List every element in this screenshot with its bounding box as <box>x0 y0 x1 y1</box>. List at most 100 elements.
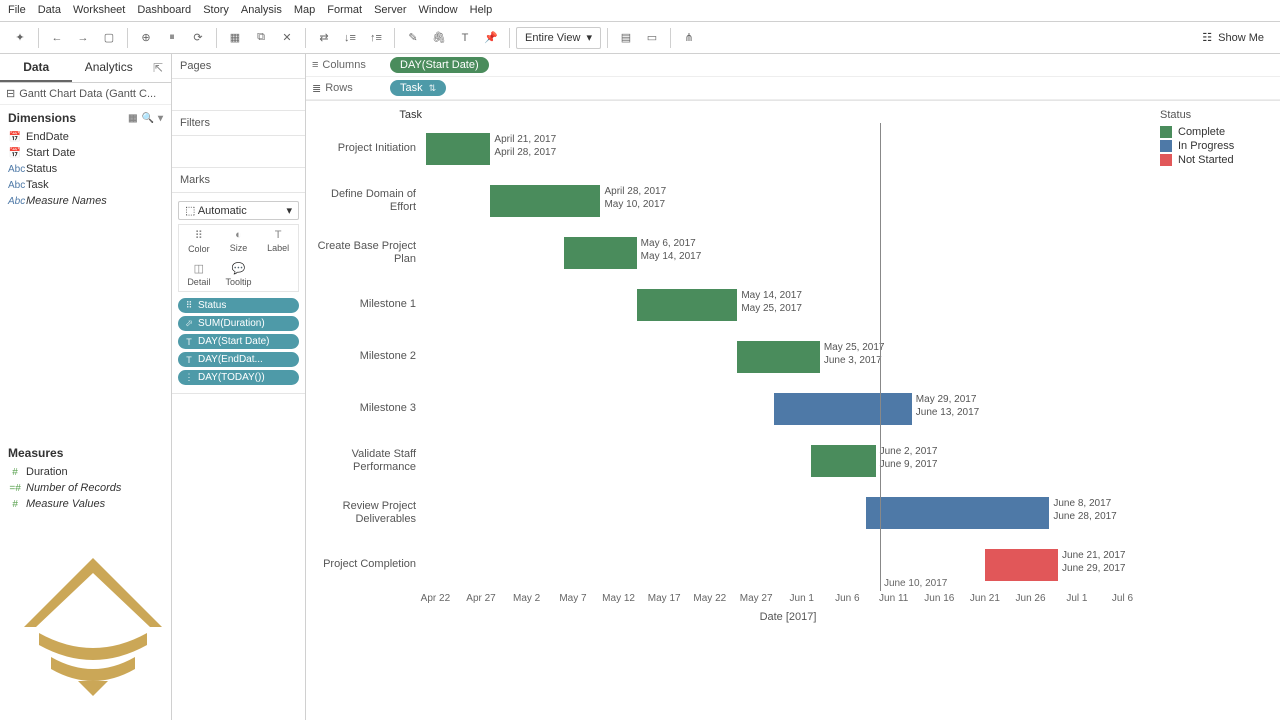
gantt-bar[interactable] <box>737 341 820 373</box>
mark-pill[interactable]: TDAY(Start Date) <box>178 334 299 349</box>
task-label: Define Domain of Effort <box>306 188 426 214</box>
gantt-bar[interactable] <box>985 549 1058 581</box>
marks-size[interactable]: ◐Size <box>219 225 259 258</box>
share-icon[interactable]: ⋔ <box>677 26 701 50</box>
x-tick: May 7 <box>559 593 586 604</box>
tooltip-icon: 💬 <box>232 262 246 275</box>
legend-swatch <box>1160 126 1172 138</box>
field-start-date[interactable]: 📅Start Date <box>4 145 167 161</box>
menu-dashboard[interactable]: Dashboard <box>137 4 191 17</box>
field-measure-values[interactable]: #Measure Values <box>4 496 167 512</box>
presentation-icon[interactable]: ▭ <box>640 26 664 50</box>
mark-pill[interactable]: ⠿Status <box>178 298 299 313</box>
menu-window[interactable]: Window <box>419 4 458 17</box>
labels-icon[interactable]: T <box>453 26 477 50</box>
field-type-icon: 📅 <box>8 148 22 159</box>
menu-help[interactable]: Help <box>470 4 493 17</box>
filters-shelf[interactable]: Filters <box>172 111 305 136</box>
field-task[interactable]: AbcTask <box>4 177 167 193</box>
new-sheet-icon[interactable]: ▦ <box>223 26 247 50</box>
save-icon[interactable]: ▢ <box>97 26 121 50</box>
marks-detail[interactable]: ◫Detail <box>179 258 219 291</box>
gantt-row: Milestone 2May 25, 2017June 3, 2017 <box>306 331 1150 383</box>
menu-story[interactable]: Story <box>203 4 229 17</box>
sidebar-pin-icon[interactable]: ⇱ <box>145 54 171 82</box>
refresh-icon[interactable]: ⟳ <box>186 26 210 50</box>
menu-format[interactable]: Format <box>327 4 362 17</box>
gantt-bar[interactable] <box>637 289 738 321</box>
legend-item[interactable]: Not Started <box>1160 153 1270 167</box>
menu-server[interactable]: Server <box>374 4 406 17</box>
bar-dates: May 29, 2017June 13, 2017 <box>916 393 979 419</box>
clear-icon[interactable]: ✕ <box>275 26 299 50</box>
gantt-chart[interactable]: Task Project InitiationApril 21, 2017Apr… <box>306 101 1150 720</box>
pause-icon[interactable]: ⏸ <box>160 26 184 50</box>
view-as-icon[interactable]: ▦ <box>128 113 137 124</box>
rows-pill[interactable]: Task⇅ <box>390 80 446 96</box>
duplicate-icon[interactable]: ⧉ <box>249 26 273 50</box>
field-measure-names[interactable]: AbcMeasure Names <box>4 193 167 209</box>
menu-icon[interactable]: ▾ <box>158 113 163 124</box>
new-datasource-icon[interactable]: ⊕ <box>134 26 158 50</box>
datasource-item[interactable]: ⊟Gantt Chart Data (Gantt C... <box>0 83 171 105</box>
find-icon[interactable]: 🔍 <box>142 113 154 124</box>
sort-asc-icon[interactable]: ↓≡ <box>338 26 362 50</box>
marks-shelf: Marks <box>172 168 305 193</box>
marks-type-dropdown[interactable]: ⬚ Automatic▾ <box>178 201 299 220</box>
marks-tooltip[interactable]: 💬Tooltip <box>219 258 259 291</box>
forward-icon[interactable]: → <box>71 26 95 50</box>
marks-color[interactable]: ⠿Color <box>179 225 219 258</box>
gantt-bar[interactable] <box>866 497 1049 529</box>
gantt-row: Review Project DeliverablesJune 8, 2017J… <box>306 487 1150 539</box>
gantt-bar[interactable] <box>811 445 875 477</box>
measures-list: #Duration=#Number of Records#Measure Val… <box>0 464 171 520</box>
task-label: Review Project Deliverables <box>306 500 426 526</box>
field-status[interactable]: AbcStatus <box>4 161 167 177</box>
marks-label[interactable]: TLabel <box>258 225 298 258</box>
menu-map[interactable]: Map <box>294 4 315 17</box>
fit-dropdown[interactable]: Entire View▾ <box>516 27 601 49</box>
gantt-bar[interactable] <box>426 133 490 165</box>
mark-pill[interactable]: ⬀SUM(Duration) <box>178 316 299 331</box>
tableau-logo-icon[interactable]: ✦ <box>8 26 32 50</box>
menu-worksheet[interactable]: Worksheet <box>73 4 125 17</box>
x-tick: Apr 27 <box>466 593 495 604</box>
showme-icon: ☷ <box>1202 31 1212 44</box>
sort-desc-icon[interactable]: ↑≡ <box>364 26 388 50</box>
gantt-bar[interactable] <box>564 237 637 269</box>
gantt-row: Project CompletionJune 21, 2017June 29, … <box>306 539 1150 591</box>
mark-pill[interactable]: TDAY(EndDat... <box>178 352 299 367</box>
task-label: Milestone 3 <box>306 402 426 415</box>
gantt-bar[interactable] <box>774 393 912 425</box>
task-label: Milestone 1 <box>306 298 426 311</box>
bar-dates: June 21, 2017June 29, 2017 <box>1062 549 1125 575</box>
field-duration[interactable]: #Duration <box>4 464 167 480</box>
tab-analytics[interactable]: Analytics <box>72 54 144 82</box>
menu-data[interactable]: Data <box>38 4 61 17</box>
x-tick: Jul 6 <box>1112 593 1133 604</box>
field-enddate[interactable]: 📅EndDate <box>4 129 167 145</box>
pin-icon[interactable]: 📌 <box>479 26 503 50</box>
field-type-icon: Abc <box>8 164 22 175</box>
cards-icon[interactable]: ▤ <box>614 26 638 50</box>
task-header: Task <box>306 109 426 121</box>
pages-shelf[interactable]: Pages <box>172 54 305 79</box>
rows-label: ≣Rows <box>312 82 382 95</box>
gantt-bar[interactable] <box>490 185 600 217</box>
show-me-button[interactable]: ☷Show Me <box>1194 28 1272 47</box>
tab-data[interactable]: Data <box>0 54 72 82</box>
highlight-icon[interactable]: ✎ <box>401 26 425 50</box>
x-tick: Jun 16 <box>924 593 954 604</box>
field-number-of-records[interactable]: =#Number of Records <box>4 480 167 496</box>
x-tick: May 22 <box>693 593 726 604</box>
mark-pill[interactable]: ⋮DAY(TODAY()) <box>178 370 299 385</box>
menu-file[interactable]: File <box>8 4 26 17</box>
color-icon: ⠿ <box>195 229 203 242</box>
legend-item[interactable]: In Progress <box>1160 139 1270 153</box>
columns-pill[interactable]: DAY(Start Date) <box>390 57 489 73</box>
swap-icon[interactable]: ⇄ <box>312 26 336 50</box>
menu-analysis[interactable]: Analysis <box>241 4 282 17</box>
back-icon[interactable]: ← <box>45 26 69 50</box>
legend-item[interactable]: Complete <box>1160 125 1270 139</box>
group-icon[interactable]: 🖇 <box>427 26 451 50</box>
